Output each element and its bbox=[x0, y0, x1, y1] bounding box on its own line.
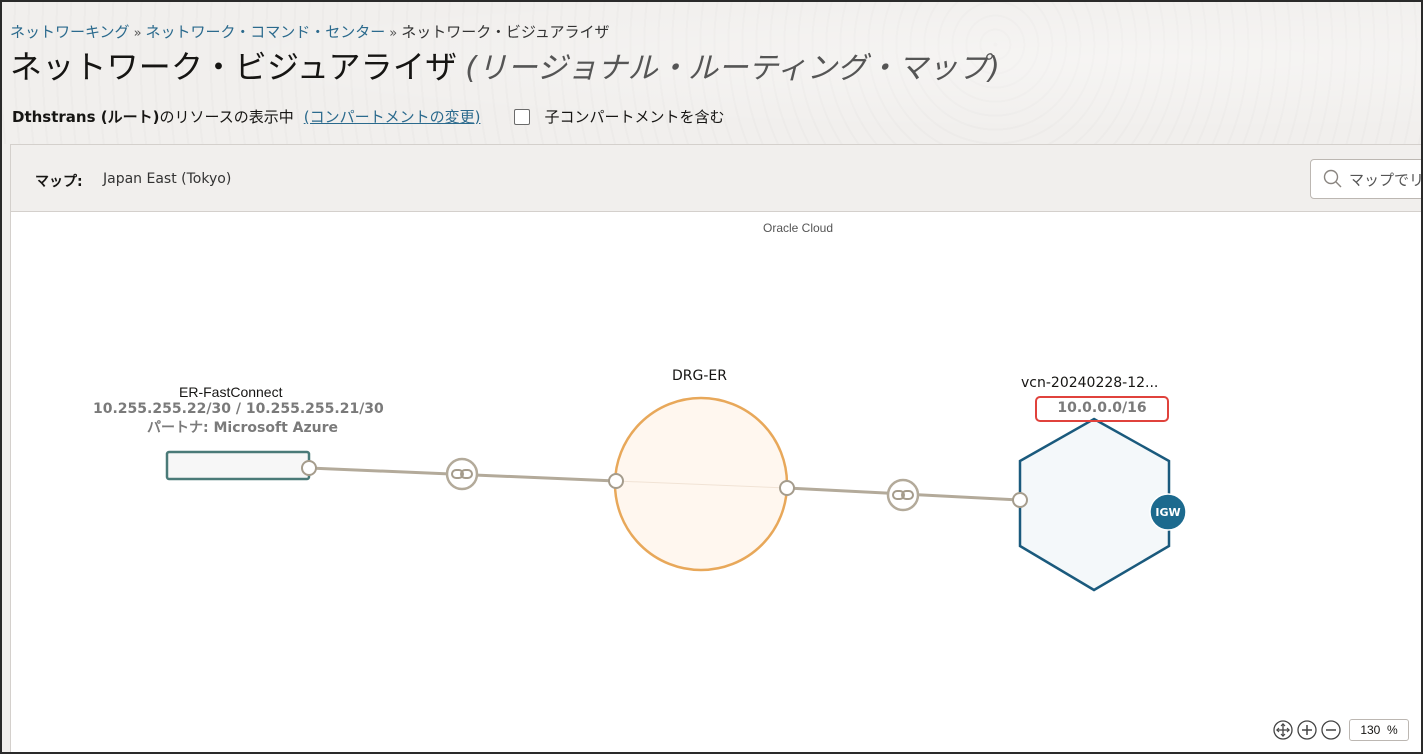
change-compartment-link[interactable]: (コンパートメントの変更) bbox=[304, 106, 481, 127]
search-icon bbox=[1323, 169, 1342, 188]
zoom-unit: % bbox=[1387, 723, 1398, 737]
vcn-node[interactable] bbox=[1012, 417, 1171, 592]
breadcrumb-separator: » bbox=[389, 26, 398, 41]
map-label: マップ: bbox=[35, 174, 83, 190]
include-child-compartments-label: 子コンパートメントを含む bbox=[544, 108, 725, 126]
compartment-name: Dthstrans (ルート) bbox=[12, 108, 160, 126]
map-toolbar: マップ: Japan East (Tokyo) マップでリ bbox=[11, 145, 1423, 212]
igw-badge[interactable]: IGW bbox=[1149, 493, 1187, 531]
attachment-link-icon[interactable] bbox=[886, 478, 920, 512]
breadcrumb: ネットワーキング» ネットワーク・コマンド・センター» ネットワーク・ビジュアライザ bbox=[10, 21, 610, 42]
drg-node[interactable] bbox=[608, 396, 795, 572]
zoom-in-icon[interactable] bbox=[1297, 720, 1317, 740]
include-child-compartments-checkbox[interactable] bbox=[514, 108, 531, 125]
pan-move-icon[interactable] bbox=[1273, 720, 1293, 740]
breadcrumb-networking-link[interactable]: ネットワーキング bbox=[10, 23, 130, 41]
breadcrumb-command-center-link[interactable]: ネットワーク・コマンド・センター bbox=[146, 23, 386, 41]
breadcrumb-current: ネットワーク・ビジュアライザ bbox=[401, 23, 610, 41]
fastconnect-node[interactable] bbox=[165, 450, 317, 481]
compartment-suffix: のリソースの表示中 bbox=[159, 108, 294, 126]
map-panel: マップ: Japan East (Tokyo) マップでリ Oracle Clo… bbox=[10, 144, 1423, 754]
zoom-controls: 130 % bbox=[1273, 719, 1409, 741]
igw-badge-label: IGW bbox=[1155, 506, 1180, 519]
drg-name: DRG-ER bbox=[672, 368, 727, 384]
page-title-text: ネットワーク・ビジュアライザ bbox=[10, 48, 458, 86]
page-title: ネットワーク・ビジュアライザ (リージョナル・ルーティング・マップ) bbox=[10, 42, 1000, 88]
map-region: Japan East (Tokyo) bbox=[103, 171, 232, 187]
compartment-scope: Dthstrans (ルート) のリソースの表示中 (コンパートメントの変更) … bbox=[12, 106, 724, 127]
fastconnect-partner: パートナ: Microsoft Azure bbox=[147, 420, 338, 436]
page-header: ネットワーキング» ネットワーク・コマンド・センター» ネットワーク・ビジュアライザ… bbox=[2, 2, 1421, 144]
fastconnect-ip: 10.255.255.22/30 / 10.255.255.21/30 bbox=[93, 401, 384, 417]
map-search-placeholder: マップでリ bbox=[1349, 170, 1423, 189]
zoom-value: 130 bbox=[1360, 723, 1381, 737]
network-map-canvas[interactable]: IGW bbox=[11, 212, 1423, 754]
breadcrumb-separator: » bbox=[133, 26, 142, 41]
page-subtitle: (リージョナル・ルーティング・マップ) bbox=[465, 51, 1001, 86]
app-window: ネットワーキング» ネットワーク・コマンド・センター» ネットワーク・ビジュアライザ… bbox=[0, 0, 1423, 754]
zoom-level-input[interactable]: 130 % bbox=[1349, 719, 1409, 741]
zoom-out-icon[interactable] bbox=[1321, 720, 1341, 740]
fastconnect-name: ER-FastConnect bbox=[179, 384, 283, 400]
vcn-cidr-highlighted: 10.0.0.0/16 bbox=[1035, 396, 1169, 422]
attachment-link-icon[interactable] bbox=[445, 457, 479, 491]
map-search-input[interactable]: マップでリ bbox=[1310, 159, 1423, 199]
vcn-name: vcn-20240228-12... bbox=[1021, 375, 1159, 391]
